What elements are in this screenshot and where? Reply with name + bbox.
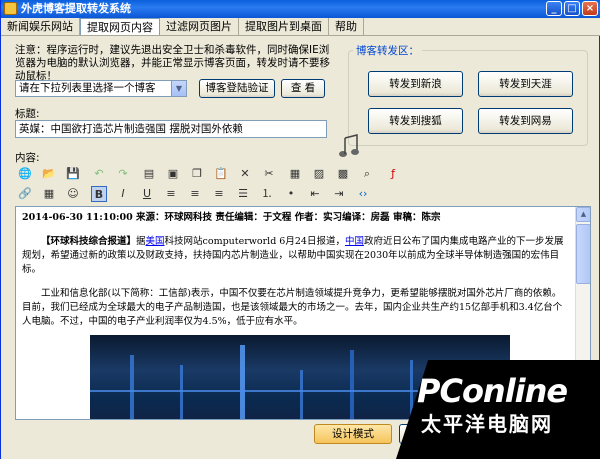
outdent-icon[interactable]: ⇤ (307, 186, 323, 202)
source-code-icon[interactable]: ‹› (355, 186, 371, 202)
title-label: 标题: (15, 108, 40, 120)
italic-icon[interactable]: I (115, 186, 131, 202)
app-icon (4, 2, 17, 15)
chevron-down-icon[interactable]: ▼ (171, 81, 186, 96)
blog-select-value: 请在下拉列表里选择一个博客 (19, 82, 156, 94)
paste-text-icon[interactable]: ▦ (287, 166, 303, 182)
article-lead: 【环球科技综合报道】 (41, 236, 137, 247)
blog-select[interactable]: 请在下拉列表里选择一个博客 ▼ (15, 80, 187, 97)
menu-filter-images[interactable]: 过滤网页图片 (160, 18, 239, 35)
preview-icon[interactable]: ▣ (165, 166, 181, 182)
media-icon[interactable]: ▩ (335, 166, 351, 182)
music-notes-icon (339, 134, 359, 157)
bold-icon[interactable]: B (91, 186, 107, 202)
insert-image-icon[interactable]: ▨ (311, 166, 327, 182)
watermark-brand: PConline (417, 372, 568, 410)
redo-icon[interactable]: ↷ (115, 166, 131, 182)
design-mode-button[interactable]: 设计模式 (314, 424, 392, 444)
scroll-thumb[interactable] (576, 224, 590, 284)
title-bar: 外虎博客提取转发系统 _ □ × (1, 0, 600, 18)
link-icon[interactable]: 🔗 (17, 186, 33, 202)
minimize-button[interactable]: _ (546, 1, 562, 16)
menu-help[interactable]: 帮助 (329, 18, 364, 35)
align-right-icon[interactable]: ≡ (211, 186, 227, 202)
print-icon[interactable]: ▤ (141, 166, 157, 182)
paste-icon[interactable]: 📋 (213, 166, 229, 182)
undo-icon[interactable]: ↶ (91, 166, 107, 182)
align-center-icon[interactable]: ≡ (187, 186, 203, 202)
ordered-list-icon[interactable]: ⒈ (259, 186, 275, 202)
view-button[interactable]: 查 看 (281, 79, 325, 98)
window-title: 外虎博客提取转发系统 (21, 2, 131, 15)
delete-icon[interactable]: ✕ (237, 166, 253, 182)
menu-bar: 新闻娱乐网站 提取网页内容 过滤网页图片 提取图片到桌面 帮助 (1, 18, 600, 36)
menu-extract-to-desktop[interactable]: 提取图片到桌面 (239, 18, 329, 35)
forward-sina-button[interactable]: 转发到新浪 (368, 71, 463, 97)
scroll-up-icon[interactable]: ▲ (576, 207, 590, 222)
justify-icon[interactable]: ☰ (235, 186, 251, 202)
underline-icon[interactable]: U (139, 186, 155, 202)
save-icon[interactable]: 💾 (65, 166, 81, 182)
table-icon[interactable]: ▦ (41, 186, 57, 202)
bullet-list-icon[interactable]: • (283, 186, 299, 202)
forward-netease-button[interactable]: 转发到网易 (478, 108, 573, 134)
indent-icon[interactable]: ⇥ (331, 186, 347, 202)
menu-extract-content[interactable]: 提取网页内容 (80, 18, 160, 35)
article-text: 据 (136, 236, 146, 247)
copy-icon[interactable]: ❐ (189, 166, 205, 182)
app-window: 外虎博客提取转发系统 _ □ × 新闻娱乐网站 提取网页内容 过滤网页图片 提取… (0, 0, 600, 459)
link-usa[interactable]: 美国 (146, 236, 165, 247)
title-field[interactable]: 英媒：中国欲打造芯片制造强国 摆脱对国外依赖 (15, 120, 327, 138)
article-meta: 2014-06-30 11:10:00 来源：环球网科技 责任编辑：于文程 作者… (22, 212, 441, 223)
align-left-icon[interactable]: ≡ (163, 186, 179, 202)
notice-text: 注意：程序运行时，建议先退出安全卫士和杀毒软件，同时确保IE浏览器为电脑的默认浏… (15, 44, 330, 82)
folder-open-icon[interactable]: 📂 (41, 166, 57, 182)
maximize-button[interactable]: □ (564, 1, 580, 16)
content-label: 内容: (15, 152, 40, 164)
article-text: 科技网站computerworld 6月24日报道， (164, 236, 345, 247)
globe-icon[interactable]: 🌐 (17, 166, 33, 182)
forward-tianya-button[interactable]: 转发到天涯 (478, 71, 573, 97)
menu-news-sites[interactable]: 新闻娱乐网站 (1, 18, 80, 35)
editor-toolbar: 🌐 📂 💾 ↶ ↷ ▤ ▣ ❐ 📋 ✕ ✂ ▦ ▨ ▩ ⌕ ƒ 🔗 ▦ ☺ B … (15, 164, 593, 204)
watermark-cn: 太平洋电脑网 (421, 412, 553, 436)
close-button[interactable]: × (582, 1, 598, 16)
smiley-icon[interactable]: ☺ (65, 186, 81, 202)
verify-login-button[interactable]: 博客登陆验证 (199, 79, 275, 98)
flash-icon[interactable]: ƒ (385, 166, 401, 182)
cut-icon[interactable]: ✂ (261, 166, 277, 182)
find-icon[interactable]: ⌕ (359, 166, 375, 182)
forward-group-title: 博客转发区： (353, 43, 422, 58)
link-china[interactable]: 中国 (345, 236, 364, 247)
forward-sohu-button[interactable]: 转发到搜狐 (368, 108, 463, 134)
article-paragraph-2: 工业和信息化部(以下简称：工信部)表示，中国不仅要在芯片制造领域提升竞争力，更希… (22, 288, 563, 327)
